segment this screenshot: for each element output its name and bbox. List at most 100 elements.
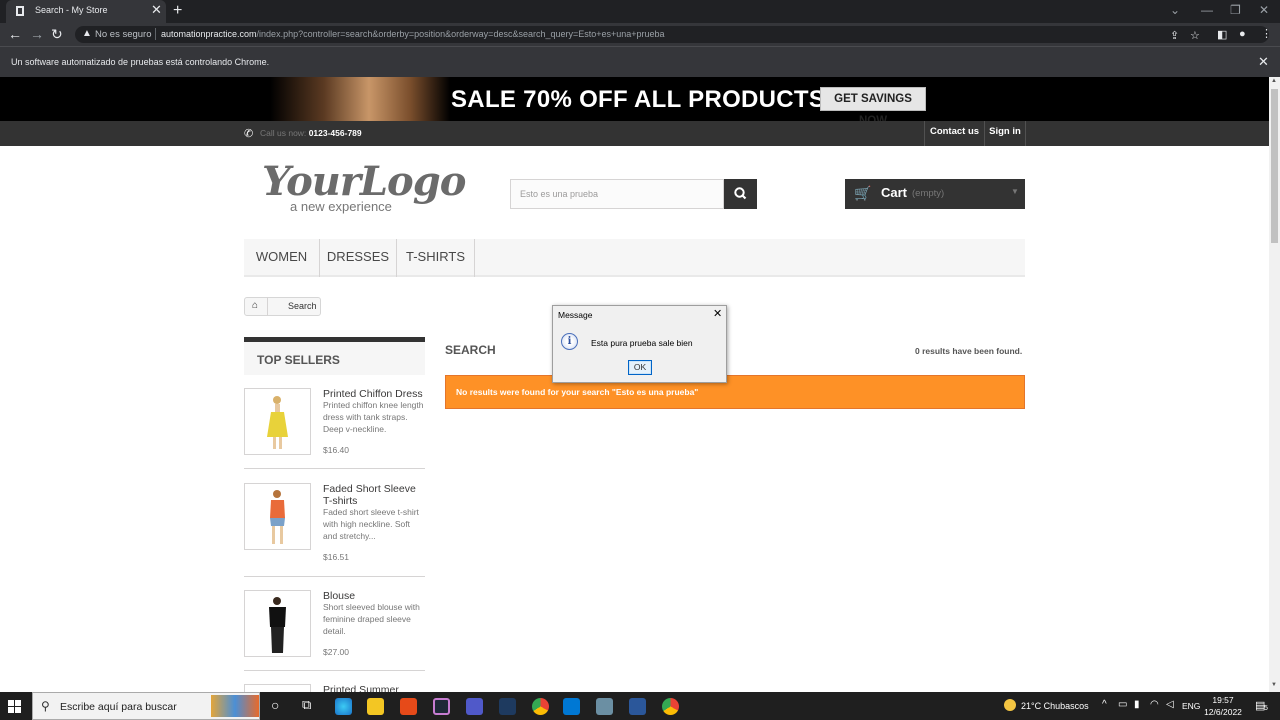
- product-thumbnail[interactable]: [244, 388, 311, 455]
- top-sellers-header[interactable]: TOP SELLERS: [244, 337, 425, 375]
- chrome-icon[interactable]: [532, 698, 549, 715]
- scrollbar-thumb[interactable]: [1271, 89, 1278, 243]
- call-us-text: Call us now: 0123-456-789: [260, 128, 362, 138]
- close-window-button[interactable]: ✕: [1259, 3, 1269, 17]
- top-sellers-title: TOP SELLERS: [257, 353, 340, 367]
- promo-banner[interactable]: SALE 70% OFF ALL PRODUCTS: [0, 77, 1269, 121]
- dialog-close-icon[interactable]: ✕: [713, 307, 722, 320]
- wifi-icon[interactable]: ◠: [1150, 699, 1159, 710]
- security-label[interactable]: No es seguro: [95, 29, 152, 40]
- menu-item-tshirts[interactable]: T-SHIRTS: [397, 239, 475, 277]
- browser-tab-strip: Search - My Store ✕ + ⌄ — ❐ ✕: [0, 0, 1280, 23]
- cortana-icon[interactable]: ○: [271, 697, 279, 713]
- bookmark-star-icon[interactable]: ☆: [1190, 29, 1200, 42]
- search-icon: [734, 187, 747, 200]
- clock-time[interactable]: 19:57: [1205, 695, 1241, 705]
- product-price: $16.51: [323, 552, 349, 562]
- tab-search-chevron-icon[interactable]: ⌄: [1170, 3, 1180, 17]
- results-count: 0 results have been found.: [915, 346, 1023, 356]
- product-thumbnail[interactable]: [244, 590, 311, 657]
- tab-title: Search - My Store: [35, 5, 108, 15]
- browser-tab[interactable]: Search - My Store ✕: [6, 0, 166, 23]
- teams-icon[interactable]: [466, 698, 483, 715]
- ok-button[interactable]: OK: [628, 360, 652, 375]
- store-logo[interactable]: YourLogo: [262, 162, 466, 202]
- url-text[interactable]: automationpractice.com/index.php?control…: [161, 29, 665, 39]
- language-indicator[interactable]: ENG: [1182, 701, 1200, 711]
- product-description: Short sleeved blouse with feminine drape…: [323, 602, 420, 636]
- minimize-button[interactable]: —: [1201, 3, 1213, 17]
- volume-icon[interactable]: ◁: [1166, 699, 1174, 710]
- chrome-automation-icon[interactable]: [662, 698, 679, 715]
- address-bar[interactable]: ▲ No es seguro automationpractice.com/in…: [75, 26, 1269, 43]
- visual-studio-code-insiders-icon[interactable]: [499, 698, 516, 715]
- notification-badge: 5: [1264, 705, 1268, 712]
- dialog-title: Message: [558, 310, 593, 320]
- search-input[interactable]: Esto es una prueba: [510, 179, 724, 209]
- product-name[interactable]: Faded Short Sleeve T-shirts: [323, 483, 425, 507]
- info-icon: i: [561, 333, 578, 350]
- product-description: Printed chiffon knee length dress with t…: [323, 400, 424, 434]
- breadcrumb: ⌂ Search: [244, 297, 321, 316]
- favicon-icon: [16, 6, 24, 16]
- sign-in-link[interactable]: Sign in: [984, 121, 1026, 146]
- menu-item-dresses[interactable]: DRESSES: [320, 239, 397, 277]
- url-path: /index.php?controller=search&orderby=pos…: [256, 29, 665, 39]
- reload-icon[interactable]: ↻: [51, 26, 63, 42]
- system-tray: 21°C Chubascos ^ ▭ ▮ ◠ ◁ ENG 19:57 12/6/…: [1000, 692, 1280, 720]
- cart-label: Cart: [881, 185, 908, 200]
- weather-icon[interactable]: [1004, 699, 1016, 711]
- search-button[interactable]: [724, 179, 757, 209]
- menu-item-women[interactable]: WOMEN: [244, 239, 320, 277]
- product-price: $27.00: [323, 647, 349, 657]
- file-explorer-icon[interactable]: [367, 698, 384, 715]
- scroll-up-arrow-icon[interactable]: ▲: [1271, 78, 1277, 84]
- product-name[interactable]: Printed Summer: [323, 684, 425, 692]
- share-icon[interactable]: ⇪: [1170, 29, 1179, 42]
- home-icon[interactable]: ⌂: [252, 300, 258, 311]
- page-title: SEARCH: [445, 343, 496, 357]
- side-panel-icon[interactable]: ◧: [1217, 28, 1227, 41]
- new-tab-button[interactable]: +: [173, 2, 182, 20]
- vscode-icon[interactable]: [563, 698, 580, 715]
- logo-tagline: a new experience: [290, 199, 392, 214]
- app-icon[interactable]: [596, 698, 613, 715]
- forward-arrow-icon[interactable]: →: [30, 26, 44, 42]
- no-results-text: No results were found for your search "E…: [456, 387, 699, 397]
- word-icon[interactable]: [629, 698, 646, 715]
- automation-infobar: Un software automatizado de pruebas está…: [0, 46, 1280, 77]
- list-item: Printed Summer: [244, 684, 425, 692]
- get-savings-button[interactable]: GET SAVINGS NOW: [820, 87, 926, 127]
- edge-icon[interactable]: [335, 698, 352, 715]
- taskbar-search-box[interactable]: ⚲ Escribe aquí para buscar: [32, 692, 260, 720]
- infobar-message: Un software automatizado de pruebas está…: [11, 57, 270, 67]
- back-arrow-icon[interactable]: ←: [8, 26, 22, 42]
- task-view-icon[interactable]: ⧉: [302, 697, 311, 713]
- product-thumbnail[interactable]: [244, 684, 311, 692]
- tab-close-icon[interactable]: ✕: [151, 2, 162, 18]
- meet-now-icon[interactable]: ▭: [1118, 699, 1127, 710]
- product-description: Faded short sleeve t-shirt with high nec…: [323, 507, 419, 541]
- product-thumbnail[interactable]: [244, 483, 311, 550]
- warning-triangle-icon[interactable]: ▲: [82, 28, 92, 39]
- restore-button[interactable]: ❐: [1230, 3, 1241, 17]
- weather-text[interactable]: 21°C Chubascos: [1021, 701, 1089, 711]
- menu-kebab-icon[interactable]: ⋮: [1261, 27, 1272, 40]
- office-icon[interactable]: [400, 698, 417, 715]
- phone-icon: ✆: [244, 128, 254, 140]
- omnibox-divider: [155, 28, 156, 40]
- cart-dropdown-icon: ▼: [1011, 187, 1019, 196]
- chevron-up-icon[interactable]: ^: [1102, 699, 1107, 710]
- list-item: Printed Chiffon Dress Printed chiffon kn…: [244, 388, 425, 469]
- battery-icon[interactable]: ▮: [1134, 699, 1140, 710]
- page-scrollbar[interactable]: ▲ ▼: [1269, 77, 1280, 692]
- contact-us-link[interactable]: Contact us: [924, 121, 984, 146]
- clock-date[interactable]: 12/6/2022: [1203, 707, 1243, 717]
- scroll-down-arrow-icon[interactable]: ▼: [1271, 682, 1277, 688]
- windows-start-icon[interactable]: [8, 700, 21, 713]
- snipping-tool-icon[interactable]: [433, 698, 450, 715]
- profile-icon[interactable]: ●: [1239, 28, 1246, 40]
- cart-button[interactable]: 🛒 Cart (empty) ▼: [845, 179, 1025, 209]
- infobar-close-icon[interactable]: ✕: [1258, 54, 1269, 70]
- header-nav-bar: [0, 121, 1269, 146]
